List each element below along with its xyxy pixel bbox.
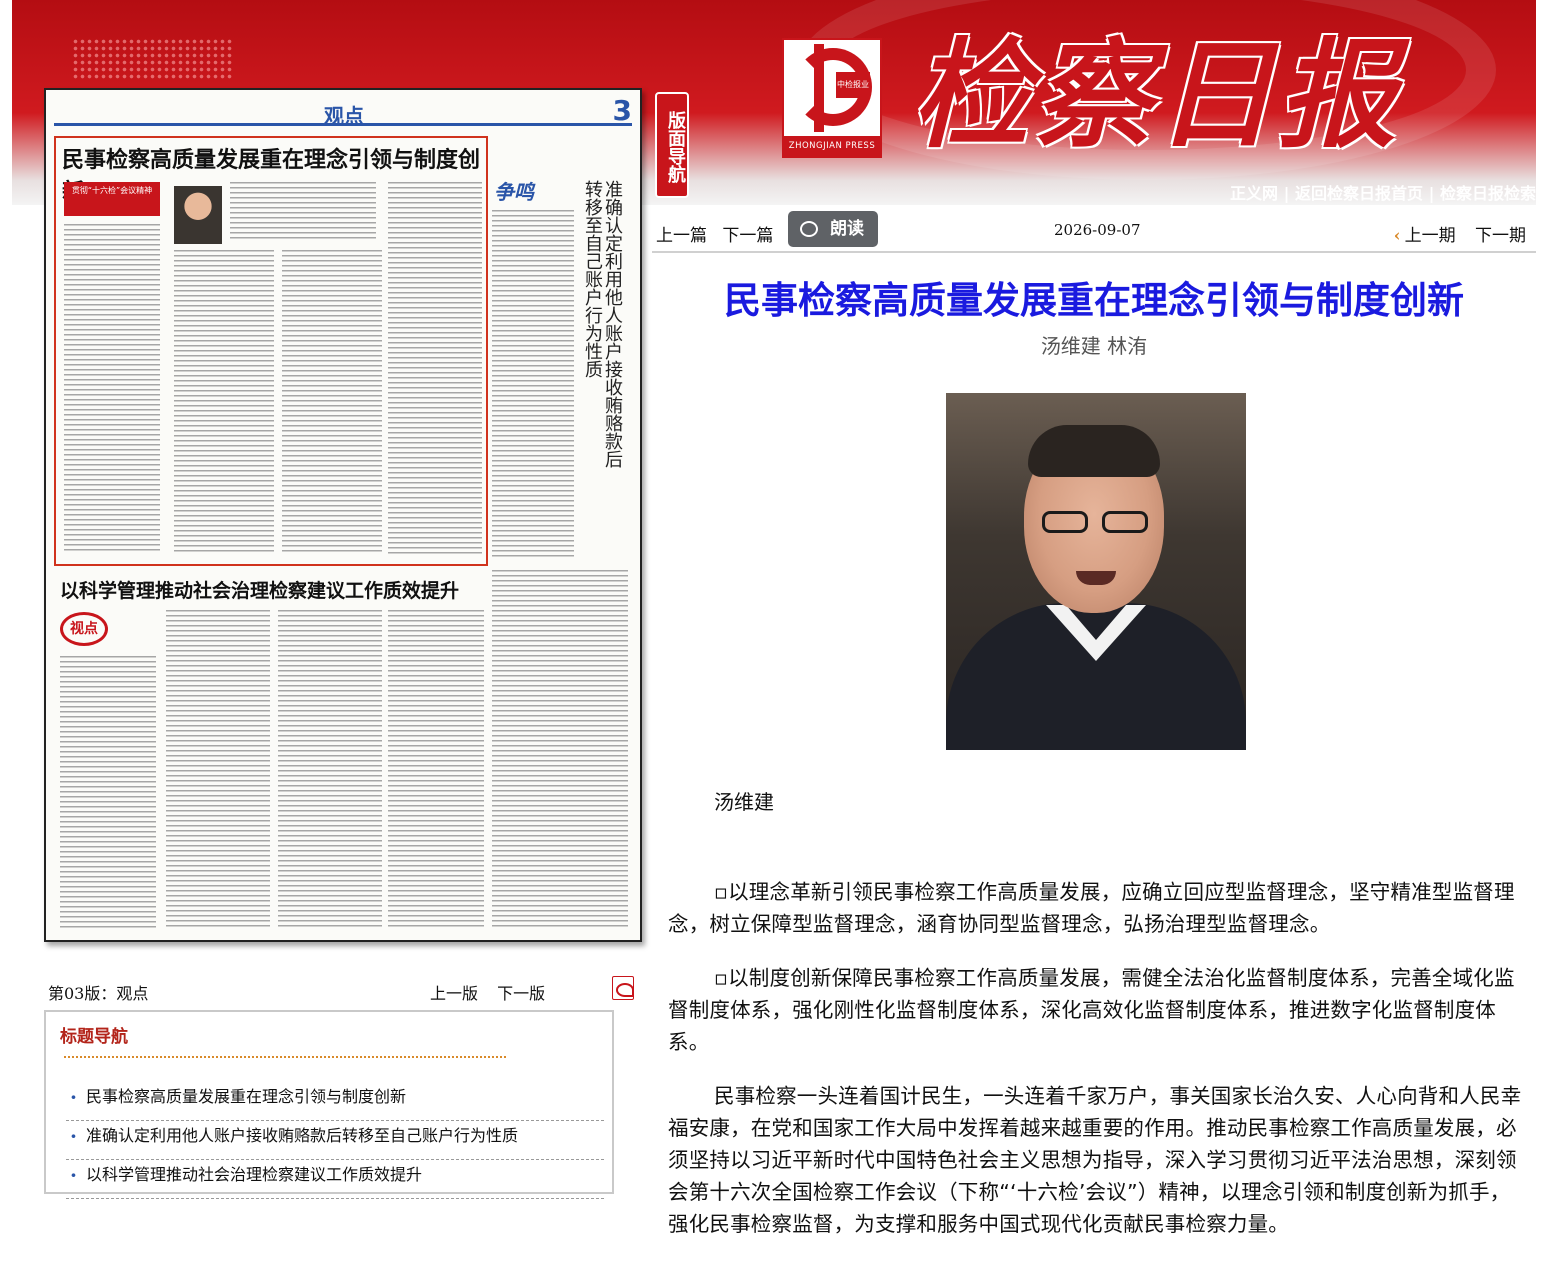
article-body: ▫以理念革新引领民事检察工作高质量发展，应确立回应型监督理念，坚守精准型监督理念… [668, 876, 1524, 1262]
photo-caption: 汤维建 [714, 790, 774, 814]
logo-press-text: ZHONGJIAN PRESS [784, 136, 880, 156]
article-toolbar: 上一篇 下一篇 朗读 2026-09-07 ‹ 上一期 下一期 [652, 207, 1536, 253]
prev-article-link[interactable]: 上一篇 [656, 226, 707, 246]
pdf-icon[interactable] [612, 976, 634, 1000]
decorative-dots [72, 38, 232, 80]
link-home[interactable]: 返回检察日报首页 [1295, 184, 1423, 203]
title-nav-list: 民事检察高质量发展重在理念引领与制度创新 准确认定利用他人账户接收贿赂款后转移至… [66, 1082, 604, 1199]
article-author: 汤维建 林洧 [1040, 334, 1148, 358]
page-number: 3 [612, 94, 632, 127]
chevron-left-icon: ‹ [1393, 226, 1401, 246]
zhongjian-logo: 中检报业 ZHONGJIAN PRESS [782, 38, 882, 158]
author-photo [946, 393, 1246, 750]
page-section: 观点 [324, 104, 364, 128]
newspaper-page-image[interactable]: 观点 3 民事检察高质量发展重在理念引领与制度创新 贯彻“十六检”会议精神 争鸣… [44, 88, 642, 942]
article-prevnext: 上一篇 下一篇 [656, 221, 783, 246]
text-column [278, 610, 382, 930]
text-column [230, 182, 376, 242]
paper-column-name: 争鸣 [494, 180, 534, 204]
page-label: 第03版：观点 [48, 984, 149, 1003]
next-issue-link[interactable]: 下一期 [1475, 226, 1526, 246]
top-links: 正义网 | 返回检察日报首页 | 检察日报检索 [1230, 184, 1536, 203]
article-title: 民事检察高质量发展重在理念引领与制度创新 [724, 279, 1464, 322]
paper-vertical-title[interactable]: 准确认定利用他人账户接收贿赂款后转移至自己账户行为性质 [574, 180, 623, 480]
article-paragraph: ▫以制度创新保障民事检察工作高质量发展，需健全法治化监督制度体系，完善全域化监督… [668, 966, 1515, 1054]
article-hotspot-1[interactable]: 民事检察高质量发展重在理念引领与制度创新 贯彻“十六检”会议精神 [54, 136, 488, 566]
layout-nav-tab[interactable]: 版面导航 [655, 92, 689, 198]
layout-nav-tab-label: 版面导航 [665, 111, 686, 183]
read-aloud-label: 朗读 [830, 219, 864, 239]
link-zhengyi[interactable]: 正义网 [1230, 184, 1278, 203]
next-page-link[interactable]: 下一版 [497, 984, 545, 1003]
text-column [282, 250, 382, 554]
page-pager: 上一版 下一版 [430, 980, 559, 1004]
next-article-link[interactable]: 下一篇 [722, 226, 773, 246]
logo-caption: 中检报业 [836, 72, 870, 98]
speaker-icon [800, 221, 818, 237]
title-nav-item[interactable]: 民事检察高质量发展重在理念引领与制度创新 [66, 1082, 604, 1121]
text-column [166, 610, 270, 930]
title-nav-divider [64, 1056, 506, 1058]
page-header: 观点 3 [54, 94, 632, 128]
title-nav: 标题导航 民事检察高质量发展重在理念引领与制度创新 准确认定利用他人账户接收贿赂… [44, 1010, 614, 1199]
paper-headline-2[interactable]: 以科学管理推动社会治理检察建议工作质效提升 [60, 576, 459, 603]
text-column [60, 656, 156, 930]
article-paragraph: 民事检察一头连着国计民生，一头连着千家万户，事关国家长治久安、人心向背和人民幸福… [668, 1084, 1522, 1236]
prev-page-link[interactable]: 上一版 [430, 984, 478, 1003]
link-search[interactable]: 检察日报检索 [1440, 184, 1536, 203]
article-paragraph: ▫以理念革新引领民事检察工作高质量发展，应确立回应型监督理念，坚守精准型监督理念… [668, 880, 1515, 936]
paper-tag: 贯彻“十六检”会议精神 [64, 182, 160, 216]
read-aloud-button[interactable]: 朗读 [788, 211, 878, 247]
issue-date: 2026-09-07 [1054, 221, 1141, 239]
text-column [64, 224, 160, 554]
text-column [388, 610, 484, 930]
title-nav-item[interactable]: 以科学管理推动社会治理检察建议工作质效提升 [66, 1160, 604, 1199]
prev-issue-link[interactable]: 上一期 [1405, 226, 1456, 246]
title-nav-item[interactable]: 准确认定利用他人账户接收贿赂款后转移至自己账户行为性质 [66, 1121, 604, 1160]
issue-nav: ‹ 上一期 下一期 [1394, 221, 1526, 246]
paper-badge: 视点 [60, 612, 108, 646]
masthead-title: 检察日报 [912, 25, 1401, 164]
title-nav-heading: 标题导航 [60, 1027, 128, 1047]
text-column [174, 250, 274, 554]
text-column [492, 210, 574, 560]
text-column [388, 182, 482, 554]
paper-author-photo [174, 186, 222, 244]
text-column [492, 570, 628, 930]
